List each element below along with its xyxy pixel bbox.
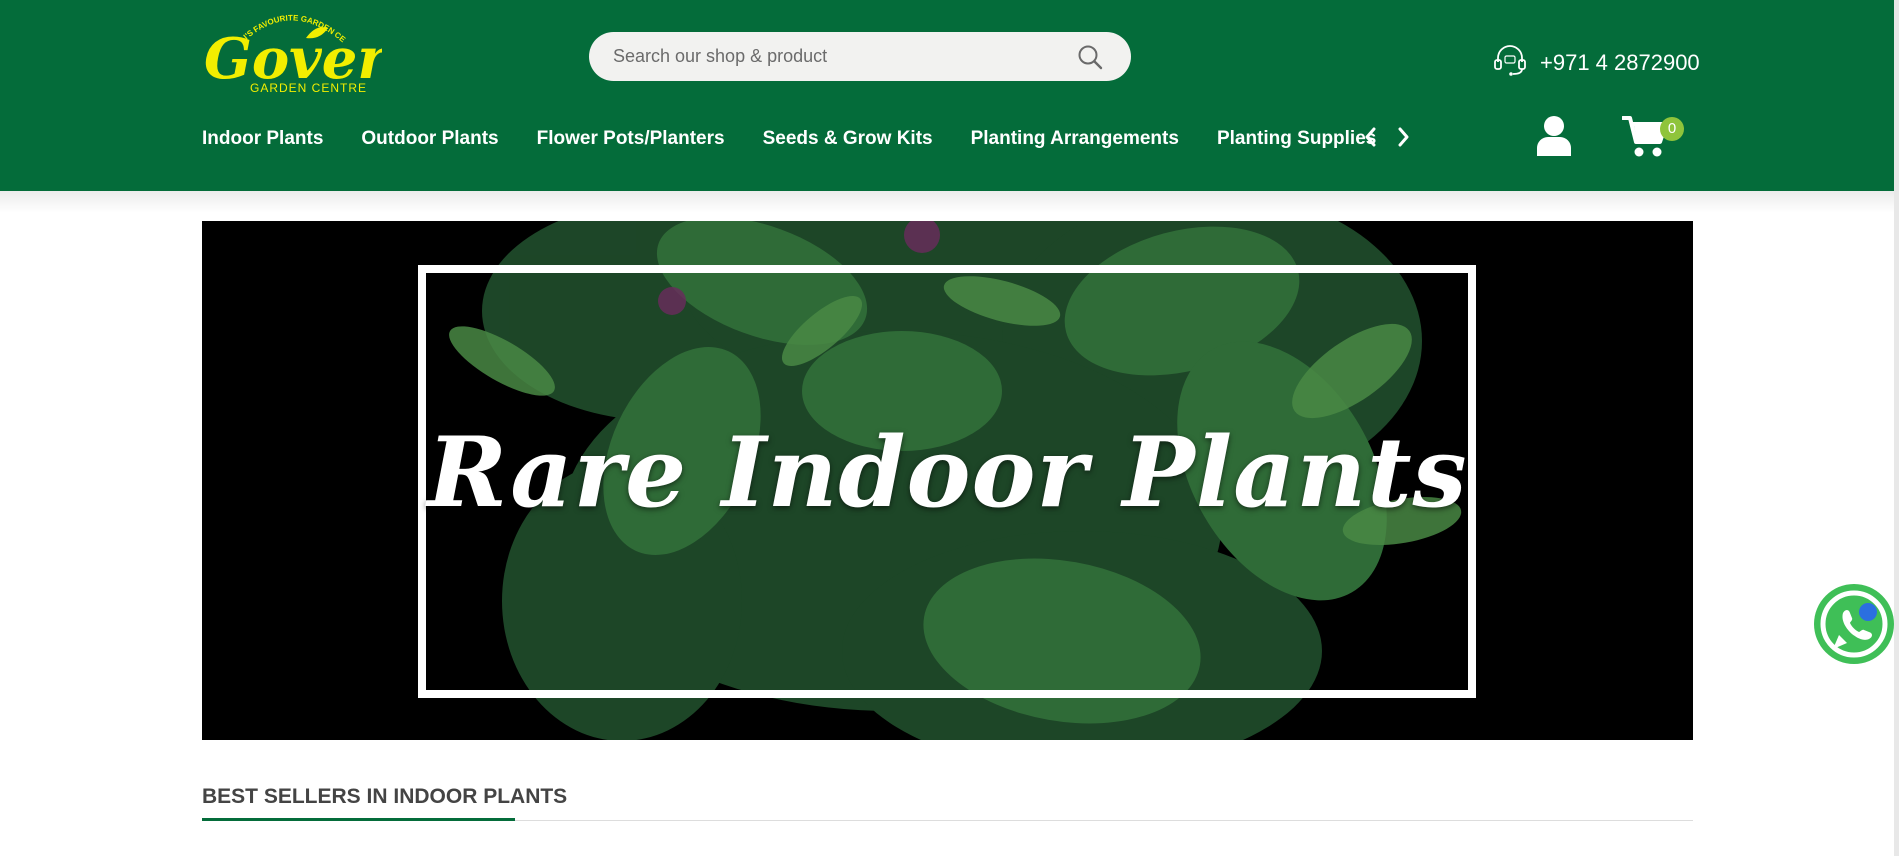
- section-title: BEST SELLERS IN INDOOR PLANTS: [202, 785, 568, 808]
- nav-item-flower-pots[interactable]: Flower Pots/Planters: [537, 126, 725, 152]
- whatsapp-icon[interactable]: [1813, 583, 1895, 665]
- headset-icon: [1494, 45, 1526, 76]
- cart-icon: [1622, 116, 1668, 157]
- nav-item-seeds-grow-kits[interactable]: Seeds & Grow Kits: [763, 126, 933, 152]
- chevron-right-icon[interactable]: [1395, 126, 1411, 148]
- logo-subtitle: GARDEN CENTRE: [250, 81, 367, 95]
- cart-button[interactable]: 0: [1622, 112, 1686, 162]
- hero-banner[interactable]: Rare Indoor Plants: [202, 221, 1693, 740]
- chevron-left-icon[interactable]: [1363, 126, 1379, 148]
- user-icon[interactable]: [1536, 115, 1572, 156]
- cart-count-badge: 0: [1660, 117, 1684, 141]
- nav-item-indoor-plants[interactable]: Indoor Plants: [202, 126, 323, 152]
- search-bar: [589, 32, 1131, 81]
- header-shadow: [0, 191, 1894, 213]
- nav-item-outdoor-plants[interactable]: Outdoor Plants: [361, 126, 498, 152]
- search-icon[interactable]: [1077, 44, 1103, 70]
- nav-item-planting-arrangements[interactable]: Planting Arrangements: [971, 126, 1179, 152]
- nav-item-planting-supplies[interactable]: Planting Supplies: [1217, 126, 1376, 152]
- banner-title: Rare Indoor Plants: [427, 416, 1468, 529]
- phone-number[interactable]: +971 4 2872900: [1540, 50, 1700, 76]
- gover-logo[interactable]: DUBAI'S FAVOURITE GARDEN CENTRE Gover GA…: [202, 8, 382, 96]
- search-input[interactable]: [613, 32, 1073, 81]
- main-nav: Indoor Plants Outdoor Plants Flower Pots…: [202, 126, 1414, 152]
- section-title-underline: [202, 818, 515, 821]
- page-scrollbar[interactable]: [1894, 0, 1899, 856]
